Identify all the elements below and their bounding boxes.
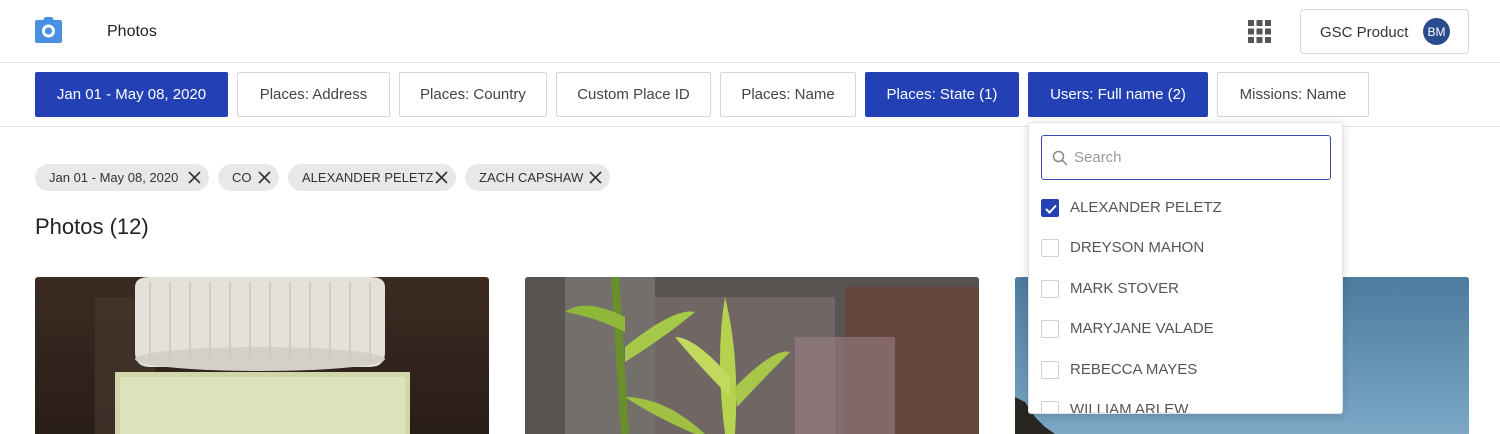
checkbox[interactable] [1041,280,1059,298]
photo-card[interactable] [35,277,489,434]
account-button[interactable]: GSC Product BM [1300,9,1469,54]
checkbox[interactable] [1041,320,1059,338]
chip-label: ALEXANDER PELETZ [302,170,434,185]
chip-user-zach: ZACH CAPSHAW [465,164,610,191]
close-icon[interactable] [434,170,449,185]
option-label: ALEXANDER PELETZ [1070,199,1222,216]
close-icon[interactable] [588,170,603,185]
option-label: DREYSON MAHON [1070,239,1205,256]
option-label: REBECCA MAYES [1070,361,1198,378]
checkbox[interactable] [1041,239,1059,257]
avatar: BM [1423,18,1450,45]
close-icon[interactable] [187,170,202,185]
option-label: MARK STOVER [1070,280,1179,297]
chip-date-range: Jan 01 - May 08, 2020 [35,164,209,191]
chip-state: CO [218,164,279,191]
filter-users-full-name[interactable]: Users: Full name (2) [1028,72,1208,117]
photo-card[interactable] [525,277,979,434]
filter-places-country[interactable]: Places: Country [399,72,547,117]
grid-apps-icon[interactable] [1248,20,1271,43]
account-label: GSC Product [1320,24,1409,41]
chip-label: CO [232,170,252,185]
filter-bar: Jan 01 - May 08, 2020 Places: Address Pl… [0,63,1500,127]
checkbox[interactable] [1041,199,1059,217]
option-maryjane-valade[interactable]: MARYJANE VALADE [1041,314,1331,344]
photo-jar-image [95,277,410,434]
checkmark-icon [1045,204,1057,214]
filter-places-name[interactable]: Places: Name [720,72,856,117]
option-label: MARYJANE VALADE [1070,320,1214,337]
chip-user-alexander: ALEXANDER PELETZ [288,164,456,191]
close-icon[interactable] [257,170,272,185]
checkbox[interactable] [1041,361,1059,379]
option-mark-stover[interactable]: MARK STOVER [1041,274,1331,304]
checkbox[interactable] [1041,401,1059,413]
filter-missions-name[interactable]: Missions: Name [1217,72,1369,117]
option-william-arlew[interactable]: WILLIAM ARLEW [1041,395,1331,414]
photos-heading: Photos (12) [35,214,149,239]
camera-icon[interactable] [34,16,63,45]
search-box [1041,135,1331,180]
chip-label: Jan 01 - May 08, 2020 [49,170,179,185]
filter-custom-place-id[interactable]: Custom Place ID [556,72,711,117]
option-rebecca-mayes[interactable]: REBECCA MAYES [1041,355,1331,385]
chip-label: ZACH CAPSHAW [479,170,584,185]
option-label: WILLIAM ARLEW [1070,401,1189,414]
search-input[interactable] [1074,136,1324,179]
filter-places-address[interactable]: Places: Address [237,72,390,117]
filter-date-range[interactable]: Jan 01 - May 08, 2020 [35,72,228,117]
option-dreyson-mahon[interactable]: DREYSON MAHON [1041,233,1331,263]
option-alexander-peletz[interactable]: ALEXANDER PELETZ [1041,193,1331,223]
users-filter-dropdown: ALEXANDER PELETZ DREYSON MAHON MARK STOV… [1028,122,1343,414]
top-header: Photos GSC Product BM [0,0,1500,63]
app-title: Photos [107,23,157,40]
filter-places-state[interactable]: Places: State (1) [865,72,1019,117]
search-icon [1052,150,1068,166]
photo-plant-image [525,277,979,434]
